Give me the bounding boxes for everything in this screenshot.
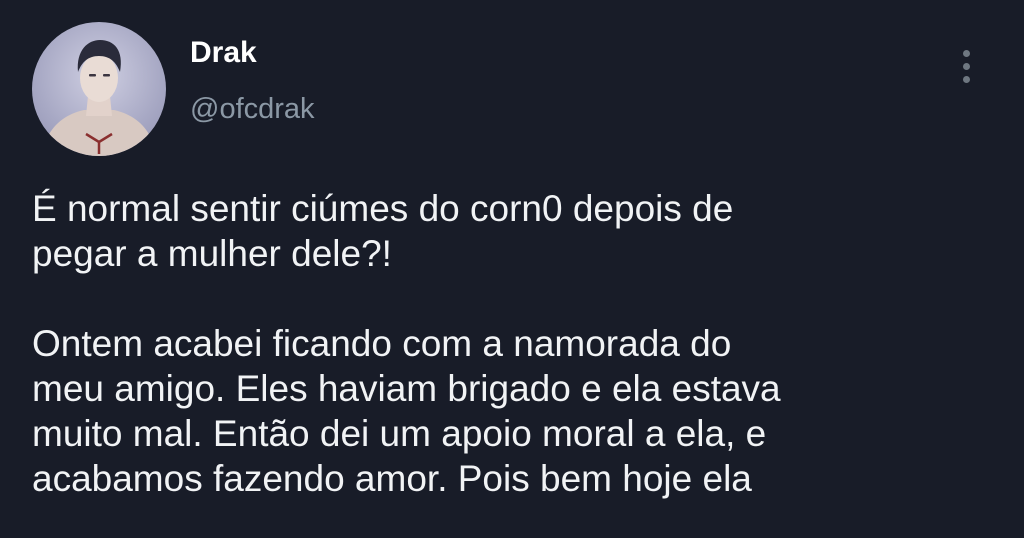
- author-display-name[interactable]: Drak: [190, 36, 257, 70]
- vertical-ellipsis-icon: [962, 49, 970, 57]
- avatar[interactable]: [32, 22, 166, 156]
- tweet-text: É normal sentir ciúmes do corn0 depois d…: [32, 186, 1002, 501]
- tweet-paragraph: Ontem acabei ficando com a namorada do m…: [32, 323, 781, 499]
- avatar-icon: [42, 40, 156, 156]
- author-handle[interactable]: @ofcdrak: [190, 92, 315, 126]
- more-options-button[interactable]: [950, 44, 982, 88]
- tweet-paragraph: É normal sentir ciúmes do corn0 depois d…: [32, 188, 734, 274]
- tweet-card: Drak @ofcdrak É normal sentir ciúmes do …: [0, 0, 1024, 538]
